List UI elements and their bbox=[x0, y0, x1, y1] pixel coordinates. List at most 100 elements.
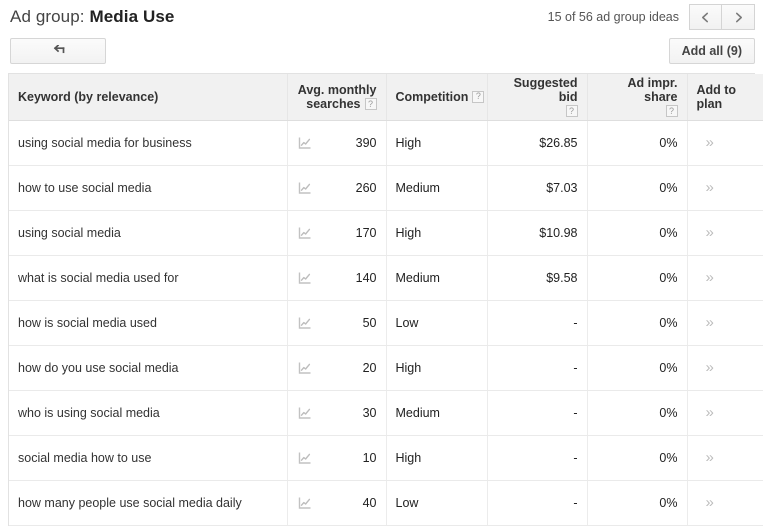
table-row[interactable]: using social media for business390High$2… bbox=[9, 120, 763, 165]
searches-value: 50 bbox=[363, 316, 377, 330]
searches-cell-inner: 30 bbox=[288, 391, 386, 435]
help-icon-suggested-bid[interactable]: ? bbox=[566, 105, 578, 117]
double-chevron-right-icon[interactable]: » bbox=[706, 495, 714, 510]
next-page-button[interactable] bbox=[722, 4, 755, 30]
cell-keyword[interactable]: how do you use social media bbox=[9, 345, 287, 390]
cell-competition: High bbox=[386, 435, 487, 480]
cell-suggested-bid: - bbox=[487, 480, 587, 525]
cell-competition: Low bbox=[386, 480, 487, 525]
cell-competition: Medium bbox=[386, 165, 487, 210]
column-header-ad-impr-share[interactable]: Ad impr. share ? bbox=[587, 74, 687, 120]
searches-cell-inner: 20 bbox=[288, 346, 386, 390]
cell-add-to-plan[interactable]: » bbox=[687, 345, 763, 390]
cell-add-to-plan[interactable]: » bbox=[687, 255, 763, 300]
double-chevron-right-icon[interactable]: » bbox=[706, 180, 714, 195]
table-row[interactable]: how many people use social media daily40… bbox=[9, 480, 763, 525]
double-chevron-right-icon[interactable]: » bbox=[706, 225, 714, 240]
column-header-suggested-bid-label: Suggested bid bbox=[514, 76, 578, 104]
column-header-ad-impr-share-label: Ad impr. share bbox=[627, 76, 677, 104]
help-icon-ad-impr-share[interactable]: ? bbox=[666, 105, 678, 117]
keyword-ideas-table: Keyword (by relevance) Avg. monthly sear… bbox=[9, 74, 763, 526]
line-chart-icon[interactable] bbox=[298, 316, 312, 330]
competition-value: Low bbox=[396, 496, 419, 510]
column-header-competition-inner: Competition? bbox=[396, 90, 485, 104]
table-row[interactable]: how is social media used50Low-0%» bbox=[9, 300, 763, 345]
searches-value: 170 bbox=[356, 226, 377, 240]
table-row[interactable]: how to use social media260Medium$7.030%» bbox=[9, 165, 763, 210]
cell-keyword[interactable]: how is social media used bbox=[9, 300, 287, 345]
back-button[interactable] bbox=[10, 38, 106, 64]
cell-competition: Medium bbox=[386, 390, 487, 435]
column-header-avg-monthly-searches[interactable]: Avg. monthly searches? bbox=[287, 74, 386, 120]
cell-keyword[interactable]: how many people use social media daily bbox=[9, 480, 287, 525]
cell-add-to-plan[interactable]: » bbox=[687, 300, 763, 345]
double-chevron-right-icon[interactable]: » bbox=[706, 135, 714, 150]
line-chart-icon[interactable] bbox=[298, 226, 312, 240]
cell-ad-impr-share: 0% bbox=[587, 120, 687, 165]
competition-value: Medium bbox=[396, 406, 440, 420]
cell-add-to-plan[interactable]: » bbox=[687, 390, 763, 435]
column-header-competition-label: Competition bbox=[396, 90, 469, 104]
table-row[interactable]: social media how to use10High-0%» bbox=[9, 435, 763, 480]
table-header: Keyword (by relevance) Avg. monthly sear… bbox=[9, 74, 763, 120]
line-chart-icon[interactable] bbox=[298, 451, 312, 465]
cell-ad-impr-share: 0% bbox=[587, 435, 687, 480]
column-header-keyword[interactable]: Keyword (by relevance) bbox=[9, 74, 287, 120]
cell-avg-monthly-searches: 170 bbox=[287, 210, 386, 255]
adgroup-label: Ad group: bbox=[10, 7, 85, 26]
suggested-bid-value: $7.03 bbox=[546, 181, 577, 195]
help-icon-avg-monthly-searches[interactable]: ? bbox=[365, 98, 377, 110]
back-arrow-icon bbox=[50, 45, 67, 58]
line-chart-icon[interactable] bbox=[298, 271, 312, 285]
keyword-text: how many people use social media daily bbox=[18, 496, 242, 510]
cell-keyword[interactable]: what is social media used for bbox=[9, 255, 287, 300]
line-chart-icon[interactable] bbox=[298, 136, 312, 150]
line-chart-icon[interactable] bbox=[298, 496, 312, 510]
competition-value: Low bbox=[396, 316, 419, 330]
table-row[interactable]: what is social media used for140Medium$9… bbox=[9, 255, 763, 300]
top-bar: Ad group: Media Use 15 of 56 ad group id… bbox=[0, 0, 763, 34]
cell-keyword[interactable]: who is using social media bbox=[9, 390, 287, 435]
cell-keyword[interactable]: how to use social media bbox=[9, 165, 287, 210]
cell-add-to-plan[interactable]: » bbox=[687, 120, 763, 165]
column-header-add-to-plan-label: Add to plan bbox=[697, 83, 762, 111]
searches-cell-inner: 140 bbox=[288, 256, 386, 300]
cell-ad-impr-share: 0% bbox=[587, 345, 687, 390]
line-chart-icon[interactable] bbox=[298, 406, 312, 420]
line-chart-icon[interactable] bbox=[298, 181, 312, 195]
double-chevron-right-icon[interactable]: » bbox=[706, 315, 714, 330]
column-header-suggested-bid[interactable]: Suggested bid ? bbox=[487, 74, 587, 120]
table-row[interactable]: using social media170High$10.980%» bbox=[9, 210, 763, 255]
column-header-competition[interactable]: Competition? bbox=[386, 74, 487, 120]
cell-keyword[interactable]: social media how to use bbox=[9, 435, 287, 480]
double-chevron-right-icon[interactable]: » bbox=[706, 270, 714, 285]
suggested-bid-value: - bbox=[573, 316, 577, 330]
cell-add-to-plan[interactable]: » bbox=[687, 480, 763, 525]
line-chart-icon[interactable] bbox=[298, 361, 312, 375]
searches-cell-inner: 260 bbox=[288, 166, 386, 210]
previous-page-button[interactable] bbox=[689, 4, 722, 30]
double-chevron-right-icon[interactable]: » bbox=[706, 450, 714, 465]
add-all-button[interactable]: Add all (9) bbox=[669, 38, 755, 64]
suggested-bid-value: - bbox=[573, 406, 577, 420]
cell-avg-monthly-searches: 390 bbox=[287, 120, 386, 165]
column-header-add-to-plan: Add to plan bbox=[687, 74, 763, 120]
cell-ad-impr-share: 0% bbox=[587, 210, 687, 255]
table-body: using social media for business390High$2… bbox=[9, 120, 763, 525]
table-row[interactable]: who is using social media30Medium-0%» bbox=[9, 390, 763, 435]
keyword-ideas-table-container: Keyword (by relevance) Avg. monthly sear… bbox=[8, 73, 755, 526]
competition-value: High bbox=[396, 136, 422, 150]
ad-impr-share-value: 0% bbox=[659, 226, 677, 240]
cell-avg-monthly-searches: 20 bbox=[287, 345, 386, 390]
action-bar: Add all (9) bbox=[0, 34, 763, 68]
cell-suggested-bid: $7.03 bbox=[487, 165, 587, 210]
table-row[interactable]: how do you use social media20High-0%» bbox=[9, 345, 763, 390]
cell-keyword[interactable]: using social media for business bbox=[9, 120, 287, 165]
cell-add-to-plan[interactable]: » bbox=[687, 435, 763, 480]
double-chevron-right-icon[interactable]: » bbox=[706, 360, 714, 375]
double-chevron-right-icon[interactable]: » bbox=[706, 405, 714, 420]
help-icon-competition[interactable]: ? bbox=[472, 91, 484, 103]
cell-add-to-plan[interactable]: » bbox=[687, 165, 763, 210]
cell-add-to-plan[interactable]: » bbox=[687, 210, 763, 255]
cell-keyword[interactable]: using social media bbox=[9, 210, 287, 255]
